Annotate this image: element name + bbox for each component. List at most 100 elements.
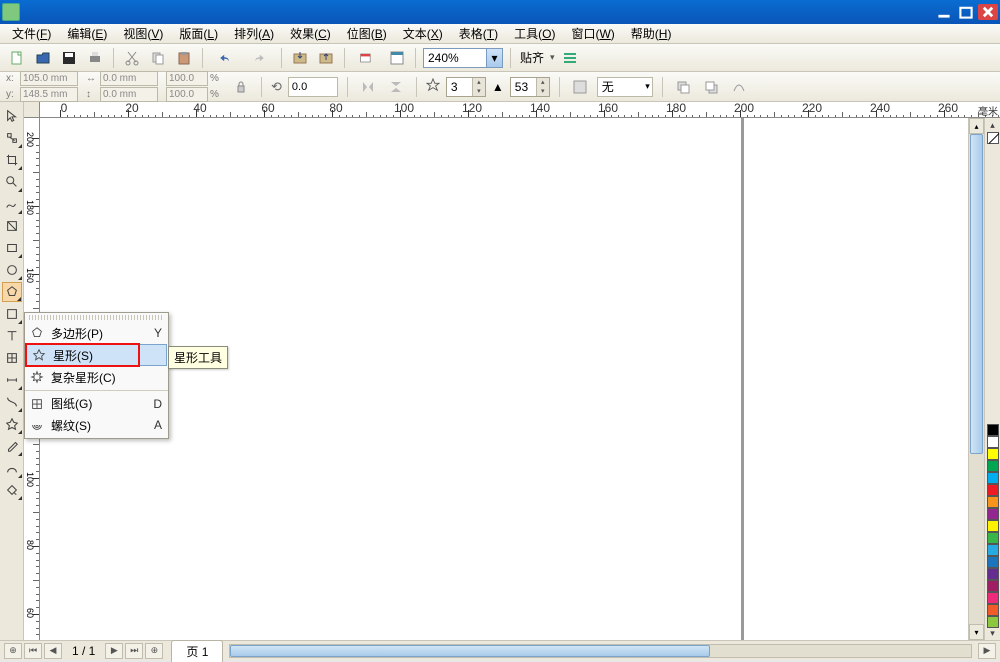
cut-button[interactable] (121, 47, 143, 69)
pick-tool[interactable] (2, 106, 22, 126)
scroll-thumb[interactable] (970, 134, 983, 454)
last-page-button[interactable]: ⏭ (125, 643, 143, 659)
vertical-scrollbar[interactable]: ▴ ▾ (968, 118, 984, 640)
color-swatch[interactable] (987, 544, 999, 556)
zoom-tool[interactable] (2, 172, 22, 192)
flyout-item-star[interactable]: 星形(S) (26, 344, 167, 366)
to-front-button[interactable] (672, 76, 694, 98)
flyout-item-complexstar[interactable]: 复杂星形(C) (25, 366, 168, 388)
undo-button[interactable] (210, 47, 240, 69)
menu-item[interactable]: 位图(B) (339, 23, 395, 44)
color-swatch[interactable] (987, 532, 999, 544)
polygon-tool[interactable] (2, 282, 22, 302)
zoom-combo[interactable]: 240%▾ (423, 48, 503, 68)
color-swatch[interactable] (987, 508, 999, 520)
menu-item[interactable]: 效果(C) (282, 23, 339, 44)
print-button[interactable] (84, 47, 106, 69)
freehand-tool[interactable] (2, 194, 22, 214)
scalex-input[interactable] (166, 71, 208, 86)
palette-up[interactable]: ▴ (990, 120, 995, 132)
save-button[interactable] (58, 47, 80, 69)
app-launcher-button[interactable] (352, 47, 382, 69)
horizontal-scrollbar[interactable] (229, 644, 972, 658)
open-button[interactable] (32, 47, 54, 69)
shape-tool[interactable] (2, 128, 22, 148)
minimize-button[interactable] (934, 4, 954, 20)
menu-item[interactable]: 帮助(H) (623, 23, 680, 44)
menu-item[interactable]: 文件(F) (4, 23, 59, 44)
flyout-item-polygon[interactable]: 多边形(P)Y (25, 322, 168, 344)
color-swatch[interactable] (987, 616, 999, 628)
menu-item[interactable]: 编辑(E) (59, 23, 115, 44)
smartfill-tool[interactable] (2, 216, 22, 236)
y-input[interactable] (20, 87, 78, 102)
color-swatch[interactable] (987, 460, 999, 472)
color-swatch[interactable] (987, 520, 999, 532)
width-input[interactable] (100, 71, 158, 86)
outline-tool[interactable] (2, 458, 22, 478)
effects-tool[interactable] (2, 414, 22, 434)
text-tool[interactable] (2, 326, 22, 346)
color-swatch[interactable] (987, 580, 999, 592)
color-swatch[interactable] (987, 568, 999, 580)
flyout-item-spiral[interactable]: 螺纹(S)A (25, 414, 168, 436)
table-tool[interactable] (2, 348, 22, 368)
eyedrop-tool[interactable] (2, 436, 22, 456)
lock-ratio-button[interactable] (230, 76, 252, 98)
dimension-tool[interactable] (2, 370, 22, 390)
color-swatch[interactable] (987, 556, 999, 568)
star-points-spin[interactable]: 3▴▾ (446, 77, 486, 97)
export-button[interactable] (315, 47, 337, 69)
next-page-button[interactable]: ▶ (105, 643, 123, 659)
color-swatch[interactable] (987, 604, 999, 616)
outline-width-combo[interactable]: 无▾ (597, 77, 653, 97)
page-tab[interactable]: 页 1 (171, 640, 223, 662)
menu-item[interactable]: 视图(V) (115, 23, 171, 44)
menu-item[interactable]: 工具(O) (506, 23, 563, 44)
height-input[interactable] (100, 87, 158, 102)
rect-tool[interactable] (2, 238, 22, 258)
menu-item[interactable]: 窗口(W) (563, 23, 622, 44)
add-page-button[interactable]: ⊕ (4, 643, 22, 659)
snap-label[interactable]: 贴齐 (518, 49, 546, 66)
flyout-handle[interactable] (29, 315, 164, 320)
to-back-button[interactable] (700, 76, 722, 98)
mirror-v-button[interactable] (385, 76, 407, 98)
paste-button[interactable] (173, 47, 195, 69)
menu-item[interactable]: 版面(L) (171, 23, 226, 44)
flyout-item-graphpaper[interactable]: 图纸(G)D (25, 390, 168, 414)
color-swatch[interactable] (987, 472, 999, 484)
color-swatch[interactable] (987, 484, 999, 496)
color-swatch[interactable] (987, 424, 999, 436)
star-sharp-spin[interactable]: 53▴▾ (510, 77, 550, 97)
color-swatch[interactable] (987, 448, 999, 460)
menu-item[interactable]: 排列(A) (226, 23, 282, 44)
x-input[interactable] (20, 71, 78, 86)
basic-shapes-tool[interactable] (2, 304, 22, 324)
copy-button[interactable] (147, 47, 169, 69)
import-button[interactable] (289, 47, 311, 69)
canvas[interactable] (40, 118, 968, 640)
prev-page-button[interactable]: ◀ (44, 643, 62, 659)
maximize-button[interactable] (956, 4, 976, 20)
rotation-input[interactable] (288, 77, 338, 97)
crop-tool[interactable] (2, 150, 22, 170)
horizontal-ruler[interactable]: 020406080100120140160180200220240260 毫米 (24, 102, 1000, 118)
scroll-right-button[interactable]: ▶ (978, 643, 996, 659)
ellipse-tool[interactable] (2, 260, 22, 280)
scroll-down-button[interactable]: ▾ (969, 624, 984, 640)
scroll-up-button[interactable]: ▴ (969, 118, 984, 134)
add-page-after-button[interactable]: ⊕ (145, 643, 163, 659)
color-swatch[interactable] (987, 592, 999, 604)
redo-button[interactable] (244, 47, 274, 69)
options-button[interactable] (559, 47, 581, 69)
fill-tool[interactable] (2, 480, 22, 500)
color-swatch[interactable] (987, 436, 999, 448)
convert-curves-button[interactable] (728, 76, 750, 98)
close-button[interactable] (978, 4, 998, 20)
palette-down[interactable]: ▾ (990, 628, 995, 640)
wrap-text-button[interactable] (569, 76, 591, 98)
no-color-swatch[interactable] (987, 132, 999, 144)
mirror-h-button[interactable] (357, 76, 379, 98)
new-doc-button[interactable] (6, 47, 28, 69)
